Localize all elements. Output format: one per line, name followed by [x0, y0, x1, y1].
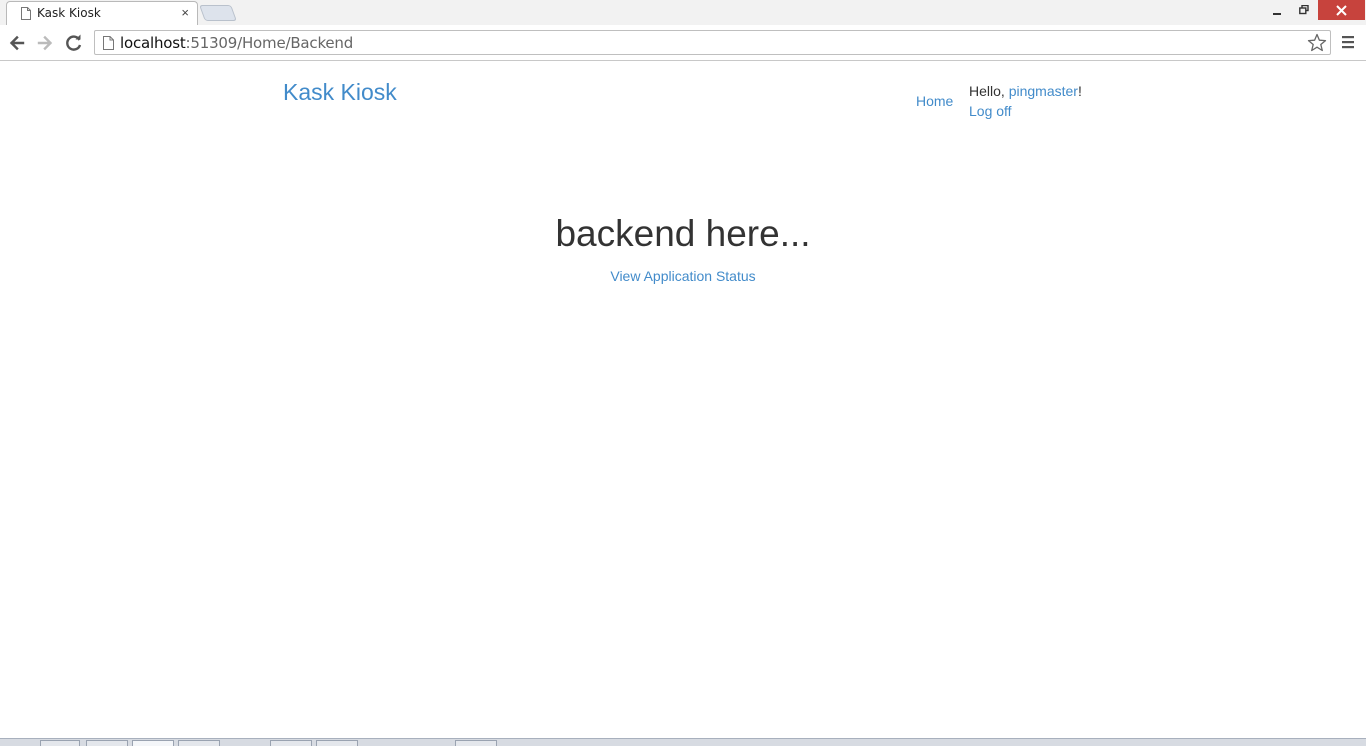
taskbar-item[interactable] [178, 740, 220, 746]
close-icon [1336, 5, 1347, 16]
page-icon [21, 7, 31, 20]
username-link[interactable]: pingmaster [1009, 83, 1078, 99]
taskbar [0, 738, 1366, 746]
taskbar-item[interactable] [86, 740, 128, 746]
status-link-container: View Application Status [0, 268, 1366, 286]
taskbar-item[interactable] [455, 740, 497, 746]
greeting-prefix: Hello, [969, 83, 1009, 99]
url-path: :51309/Home/Backend [185, 34, 354, 52]
restore-icon [1299, 4, 1309, 15]
new-tab-button[interactable] [199, 5, 237, 21]
page-icon [103, 36, 114, 50]
bookmark-star-icon[interactable] [1306, 32, 1328, 54]
restore-button[interactable] [1290, 0, 1318, 20]
page-heading: backend here... [555, 213, 811, 254]
address-bar[interactable]: localhost:51309/Home/Backend [94, 30, 1331, 55]
tab-title: Kask Kiosk [37, 6, 101, 20]
taskbar-item[interactable] [40, 740, 80, 746]
back-arrow-icon[interactable] [6, 32, 28, 54]
log-off-link[interactable]: Log off [969, 103, 1012, 119]
url-host: localhost [120, 34, 186, 52]
forward-arrow-icon[interactable] [34, 32, 56, 54]
browser-menu-icon[interactable] [1340, 34, 1356, 50]
view-application-status-link[interactable]: View Application Status [610, 268, 755, 284]
browser-toolbar: localhost:51309/Home/Backend [0, 25, 1366, 61]
minimize-icon [1273, 13, 1281, 15]
nav-home-link[interactable]: Home [916, 93, 953, 109]
taskbar-item[interactable] [316, 740, 358, 746]
url-text[interactable]: localhost:51309/Home/Backend [120, 34, 353, 52]
greeting-suffix: ! [1077, 83, 1082, 99]
taskbar-item[interactable] [270, 740, 312, 746]
taskbar-item[interactable] [132, 740, 174, 746]
tab-close-icon[interactable]: × [181, 5, 189, 21]
greeting: Hello, pingmaster! [969, 83, 1082, 99]
browser-tab[interactable]: Kask Kiosk × [6, 1, 198, 25]
brand-link[interactable]: Kask Kiosk [283, 79, 397, 106]
close-window-button[interactable] [1318, 0, 1365, 20]
minimize-button[interactable] [1262, 0, 1292, 20]
reload-icon[interactable] [63, 32, 85, 54]
browser-titlebar: Kask Kiosk × [0, 0, 1366, 25]
